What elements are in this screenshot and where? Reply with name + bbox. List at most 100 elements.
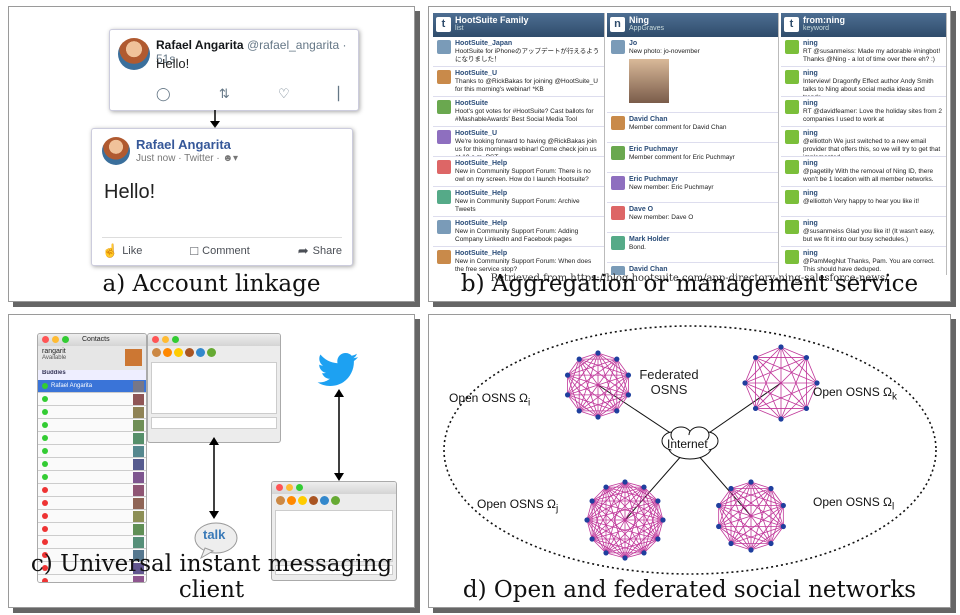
- network-node: [748, 479, 754, 485]
- network-node: [625, 392, 632, 398]
- caption-d: d) Open and federated social networks: [462, 577, 917, 603]
- stream-item[interactable]: ning @elliottoh We just switched to a new…: [781, 127, 946, 157]
- network-edge: [770, 526, 784, 544]
- network-node: [803, 354, 810, 361]
- avatar: [611, 236, 625, 250]
- photo: [629, 59, 669, 103]
- network-node: [778, 416, 784, 422]
- network-node: [622, 555, 628, 561]
- avatar: [611, 40, 625, 54]
- network-edge: [567, 358, 580, 376]
- avatar: [437, 40, 451, 54]
- stream-item[interactable]: ning RT @susanmeiss: Made my adorable #ni…: [781, 37, 946, 67]
- post-text: Hello!: [104, 181, 156, 203]
- network-edge: [730, 543, 752, 551]
- post-actions: ☝ Like □ Comment ➦ Share: [102, 237, 342, 259]
- federated-label: Federated OSNS: [639, 367, 699, 397]
- network-node: [748, 547, 754, 553]
- network-node: [752, 354, 759, 361]
- share-button[interactable]: ➦ Share: [298, 242, 342, 259]
- column-header[interactable]: t HootSuite Family list: [433, 13, 604, 37]
- tweet-card: Rafael Angarita @rafael_angarita · 51s H…: [109, 29, 359, 111]
- network-edge: [730, 481, 752, 489]
- stream-item[interactable]: ning @elliottoh Very happy to hear you li…: [781, 187, 946, 217]
- retweet-icon[interactable]: ⇅: [219, 86, 230, 102]
- network-label-k: Open OSNS Ωk: [813, 385, 898, 403]
- heart-icon[interactable]: ♡: [278, 86, 290, 102]
- network-node: [576, 356, 582, 362]
- analytics-icon[interactable]: ▏: [338, 86, 348, 102]
- thumbs-up-icon: ☝: [102, 242, 119, 258]
- panel-aggregation: t HootSuite Family list HootSuite_Japan Hoot…: [428, 6, 951, 302]
- avatar: [437, 190, 451, 204]
- stream-item[interactable]: HootSuite_U We're looking forward to havi…: [433, 127, 604, 157]
- panel-federated: Federated OSNS Open OSNS Ωi Open OSNS Ωk…: [428, 314, 951, 608]
- stream-item[interactable]: ning RT @davidfeamer: Love the holiday si…: [781, 97, 946, 127]
- stream-column: n Ning AppGraves Jo New photo: jo-november Da…: [607, 13, 779, 275]
- column-header[interactable]: t from:ning keyword: [781, 13, 946, 37]
- facebook-post: Rafael Angarita Just now · Twitter · ☻▾ …: [91, 128, 353, 266]
- stream-item[interactable]: Eric Puchmayr New member: Eric Puchmayr: [607, 173, 778, 203]
- network-node: [595, 350, 601, 356]
- stream-item[interactable]: David Chan Member comment for David Chan: [607, 113, 778, 143]
- avatar: [437, 160, 451, 174]
- network-node: [780, 523, 786, 530]
- avatar: [785, 160, 799, 174]
- network-node: [576, 408, 582, 414]
- avatar: [118, 38, 150, 70]
- network-node: [584, 517, 590, 523]
- avatar: [611, 116, 625, 130]
- reply-icon[interactable]: ◯: [156, 86, 171, 102]
- link-arrows: [209, 389, 344, 519]
- avatar: [785, 130, 799, 144]
- stream-item[interactable]: Jo New photo: jo-november: [607, 37, 778, 113]
- network-node: [614, 356, 620, 362]
- network-node: [641, 550, 647, 556]
- stream-item[interactable]: ning @susanmeiss Glad you like it! (It wa…: [781, 217, 946, 247]
- avatar: [437, 70, 451, 84]
- avatar: [611, 146, 625, 160]
- column-title: HootSuite Family: [455, 15, 529, 25]
- tweet-actions: ◯ ⇅ ♡ ▏: [156, 86, 348, 102]
- like-button[interactable]: ☝ Like: [102, 242, 142, 259]
- stream-item[interactable]: HootSuite_Help New in Community Support F…: [433, 157, 604, 187]
- post-author[interactable]: Rafael Angarita: [136, 137, 231, 152]
- stream-item[interactable]: HootSuite_Help New in Community Support F…: [433, 187, 604, 217]
- stream-item[interactable]: ning Interview! Dragonfly Effect author A…: [781, 67, 946, 97]
- comment-icon: □: [190, 243, 199, 258]
- network-node: [752, 405, 759, 412]
- network-label-l: Open OSNS Ωl: [813, 495, 895, 513]
- avatar: [785, 220, 799, 234]
- linkage-arrow: [210, 110, 220, 128]
- network-edge: [597, 352, 617, 360]
- stream-item[interactable]: Mark Holder Bond.: [607, 233, 778, 263]
- network-edge: [578, 358, 599, 418]
- caption-a: a) Account linkage: [102, 271, 321, 297]
- share-icon: ➦: [297, 242, 309, 258]
- stream-item[interactable]: Dave O New member: Dave O: [607, 203, 778, 233]
- network-edge: [750, 543, 772, 551]
- stream-item[interactable]: HootSuite_Help New in Community Support F…: [433, 217, 604, 247]
- stream-item[interactable]: HootSuite_U Thanks to @RickBakas for join…: [433, 67, 604, 97]
- network-node: [728, 485, 734, 492]
- network-node: [655, 536, 661, 542]
- network-node: [780, 502, 786, 509]
- avatar: [102, 137, 130, 165]
- network-edge: [718, 488, 732, 506]
- network-edge: [718, 526, 732, 544]
- comment-button[interactable]: □ Comment: [190, 242, 250, 259]
- network-node: [660, 517, 666, 523]
- stream-item[interactable]: HootSuite_Japan HootSuite for iPhoneのアップデ…: [433, 37, 604, 67]
- avatar: [437, 130, 451, 144]
- network-edge: [597, 410, 617, 418]
- stream-item[interactable]: Eric Puchmayr Member comment for Eric Puc…: [607, 143, 778, 173]
- column-title: Ning: [629, 15, 649, 25]
- network-edge: [616, 394, 629, 412]
- network-node: [564, 392, 571, 398]
- stream-item[interactable]: ning @pagetilly With the removal of Ning …: [781, 157, 946, 187]
- network-label-i: Open OSNS Ωi: [449, 391, 531, 409]
- network-edge: [770, 488, 784, 506]
- avatar: [785, 40, 799, 54]
- column-header[interactable]: n Ning AppGraves: [607, 13, 778, 37]
- stream-item[interactable]: HootSuite Hoot's got votes for #HootSuite…: [433, 97, 604, 127]
